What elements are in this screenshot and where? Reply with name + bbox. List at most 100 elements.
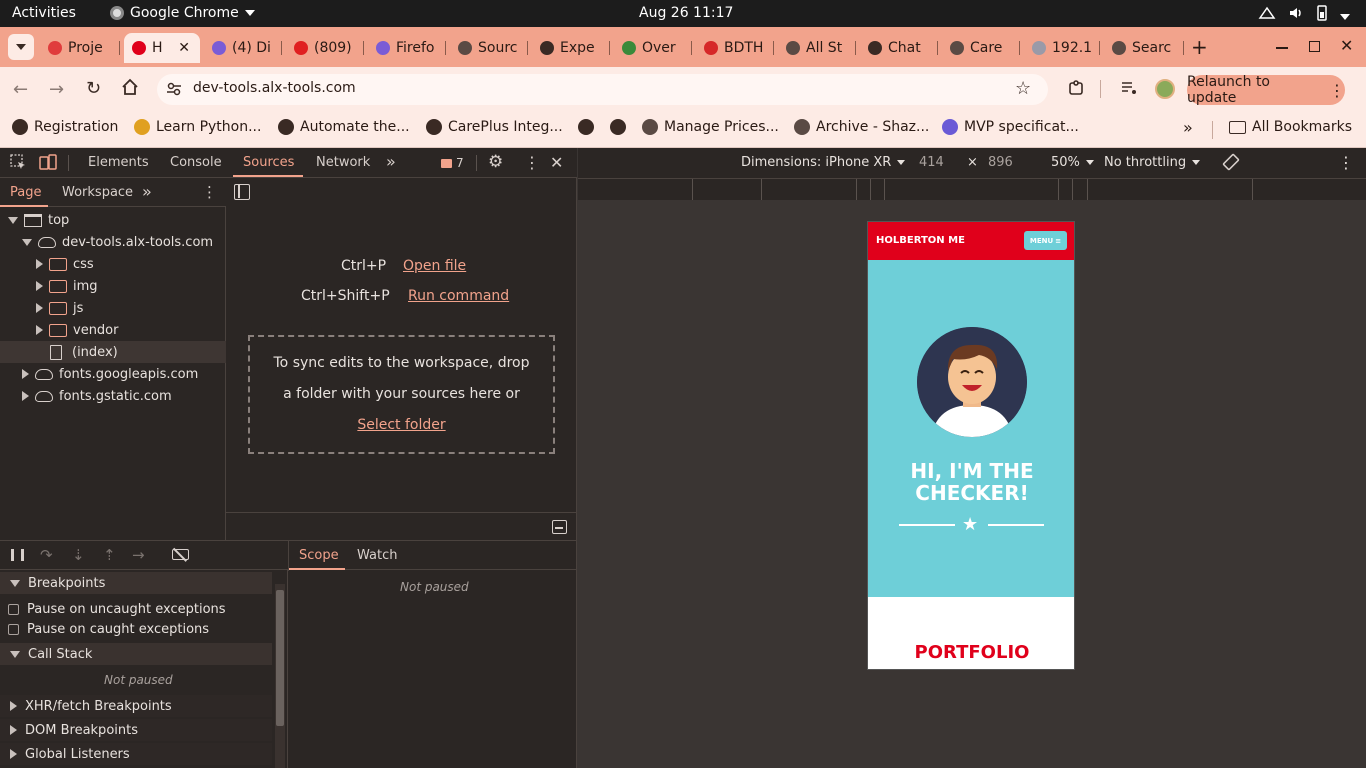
bookmark-star-icon[interactable]: ☆ [1015, 78, 1031, 99]
activities-button[interactable]: Activities [12, 5, 76, 21]
site-brand[interactable]: HOLBERTON ME [876, 235, 965, 246]
url-text[interactable]: dev-tools.alx-tools.com [193, 80, 356, 96]
bookmark-item[interactable]: Archive - Shaz... [794, 119, 929, 135]
step-over-icon[interactable]: ↷ [40, 546, 53, 564]
rotate-icon[interactable] [1221, 152, 1241, 172]
pause-icon[interactable] [11, 549, 24, 561]
more-nav-tabs-icon[interactable]: » [142, 182, 152, 201]
ruler-tick[interactable] [1072, 179, 1073, 200]
browser-tab[interactable]: Over [614, 33, 692, 63]
relaunch-to-update-button[interactable]: Relaunch to update ⋮ [1187, 74, 1345, 106]
width-input[interactable]: 414 [919, 155, 944, 170]
back-icon[interactable]: ← [13, 79, 28, 100]
home-icon[interactable] [121, 78, 139, 96]
tree-item-folder-js[interactable]: js [36, 297, 83, 319]
minimize-icon[interactable] [1276, 47, 1288, 49]
browser-tab[interactable]: Care [942, 33, 1020, 63]
bookmark-item[interactable]: CarePlus Integ... [426, 119, 563, 135]
bookmark-item[interactable] [578, 119, 594, 135]
settings-gear-icon[interactable]: ⚙ [488, 152, 503, 172]
ruler-tick[interactable] [761, 179, 762, 200]
browser-tab[interactable]: Chat [860, 33, 938, 63]
tab-watch[interactable]: Watch [357, 548, 397, 563]
run-command-link[interactable]: Run command [408, 288, 509, 304]
device-menu-icon[interactable]: ⋮ [1338, 153, 1354, 172]
more-bookmarks-icon[interactable]: » [1183, 118, 1193, 137]
bookmark-item[interactable]: Manage Prices... [642, 119, 779, 135]
toggle-debugger-icon[interactable] [552, 520, 567, 534]
tree-item-gstatic[interactable]: fonts.gstatic.com [22, 385, 172, 407]
browser-tab[interactable]: (4) Di [204, 33, 282, 63]
nav-tab-workspace[interactable]: Workspace [62, 185, 133, 200]
volume-icon[interactable] [1287, 4, 1305, 22]
open-file-link[interactable]: Open file [403, 258, 466, 274]
ruler-tick[interactable] [692, 179, 693, 200]
tab-search-button[interactable] [8, 34, 34, 60]
ruler-tick[interactable] [870, 179, 871, 200]
browser-tab[interactable]: Firefo [368, 33, 446, 63]
section-breakpoints[interactable]: Breakpoints [0, 572, 272, 594]
ruler-tick[interactable] [884, 179, 885, 200]
throttling-select[interactable]: No throttling [1104, 155, 1201, 170]
device-toolbar-toggle-icon[interactable] [39, 154, 57, 171]
workspace-drop-zone[interactable]: To sync edits to the workspace, drop a f… [248, 335, 555, 454]
pause-uncaught-option[interactable]: Pause on uncaught exceptions [0, 598, 272, 620]
zoom-select[interactable]: 50% [1051, 155, 1094, 170]
pause-caught-option[interactable]: Pause on caught exceptions [0, 618, 272, 640]
section-xhr-breakpoints[interactable]: XHR/fetch Breakpoints [0, 695, 272, 717]
browser-tab[interactable]: H ✕ [124, 33, 200, 63]
browser-tab[interactable]: Proje [40, 33, 120, 63]
browser-tab[interactable]: (809) [286, 33, 364, 63]
step-icon[interactable]: → [132, 546, 145, 564]
extensions-icon[interactable] [1067, 79, 1085, 97]
scrollbar-thumb[interactable] [276, 590, 284, 726]
bookmark-item[interactable]: MVP specificat... [942, 119, 1079, 135]
emulated-page-viewport[interactable]: HOLBERTON ME MENU ≡ HI, I'M THE CHECKER!… [867, 221, 1075, 670]
tab-console[interactable]: Console [170, 155, 222, 170]
bookmark-item[interactable] [610, 119, 626, 135]
ruler-tick[interactable] [1087, 179, 1088, 200]
browser-tab[interactable]: Sourc [450, 33, 528, 63]
browser-tab[interactable]: 192.1 [1024, 33, 1100, 63]
network-icon[interactable] [1258, 4, 1276, 22]
deactivate-breakpoints-icon[interactable] [172, 548, 189, 562]
reload-icon[interactable]: ↻ [86, 78, 101, 99]
profile-avatar[interactable] [1155, 79, 1175, 99]
issues-badge[interactable]: 7 [441, 156, 464, 170]
nav-tab-page[interactable]: Page [10, 185, 41, 200]
section-global-listeners[interactable]: Global Listeners [0, 743, 272, 765]
address-bar[interactable]: dev-tools.alx-tools.com ☆ [157, 74, 1048, 105]
tree-item-top[interactable]: top [8, 209, 69, 231]
ruler-tick[interactable] [1252, 179, 1253, 200]
ruler-tick[interactable] [1058, 179, 1059, 200]
browser-tab[interactable]: BDTH [696, 33, 774, 63]
tab-elements[interactable]: Elements [88, 155, 149, 170]
battery-icon[interactable] [1316, 4, 1328, 22]
more-tabs-icon[interactable]: » [386, 152, 396, 171]
bookmark-item[interactable]: Learn Python... [134, 119, 261, 135]
close-devtools-icon[interactable]: ✕ [550, 153, 563, 172]
tab-sources[interactable]: Sources [243, 155, 294, 170]
browser-tab[interactable]: Searc [1104, 33, 1184, 63]
section-call-stack[interactable]: Call Stack [0, 643, 272, 665]
inspect-element-icon[interactable] [10, 154, 27, 171]
bookmark-item[interactable]: Automate the... [278, 119, 410, 135]
checkbox[interactable] [8, 623, 19, 635]
devtools-menu-icon[interactable]: ⋮ [524, 153, 540, 172]
close-tab-icon[interactable]: ✕ [178, 40, 190, 56]
forward-icon[interactable]: → [49, 79, 64, 100]
device-select[interactable]: Dimensions: iPhone XR [741, 155, 906, 170]
app-menu[interactable]: Google Chrome [110, 5, 255, 21]
ruler-tick[interactable] [856, 179, 857, 200]
section-dom-breakpoints[interactable]: DOM Breakpoints [0, 719, 272, 741]
clock[interactable]: Aug 26 11:17 [639, 5, 733, 21]
bookmark-item[interactable]: Registration [12, 119, 118, 135]
navigator-menu-icon[interactable]: ⋮ [202, 183, 217, 201]
more-menu-icon[interactable]: ⋮ [1329, 81, 1345, 100]
tree-item-index[interactable]: (index) [50, 341, 118, 363]
site-menu-button[interactable]: MENU ≡ [1024, 231, 1067, 250]
site-info-icon[interactable] [165, 80, 183, 98]
select-folder-link[interactable]: Select folder [357, 417, 445, 433]
tree-item-folder-vendor[interactable]: vendor [36, 319, 118, 341]
height-input[interactable]: 896 [988, 155, 1013, 170]
